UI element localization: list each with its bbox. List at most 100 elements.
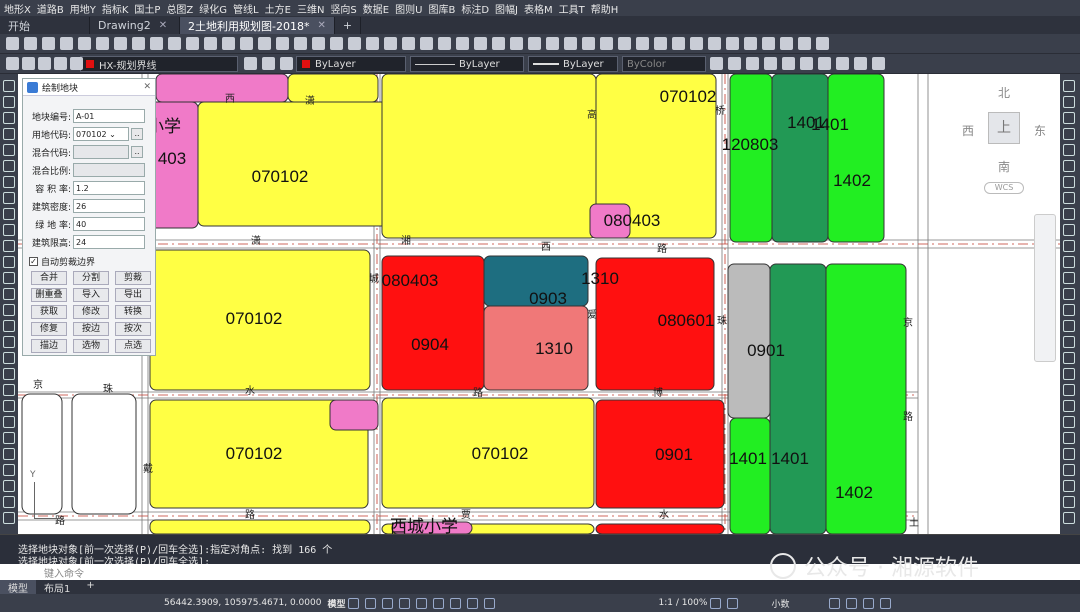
standard-tool-icon[interactable] bbox=[240, 37, 253, 50]
standard-tool-icon[interactable] bbox=[546, 37, 559, 50]
modify-tool-icon[interactable] bbox=[1063, 384, 1075, 396]
dialog-button[interactable]: 按边 bbox=[73, 322, 109, 336]
modify-tool-icon[interactable] bbox=[1063, 112, 1075, 124]
hardware-icon[interactable] bbox=[846, 597, 858, 609]
draw-tool-icon[interactable] bbox=[3, 112, 15, 124]
standard-tool-icon[interactable] bbox=[60, 37, 73, 50]
modify-tool-icon[interactable] bbox=[1063, 176, 1075, 188]
snap-icon[interactable] bbox=[365, 597, 377, 609]
standard-tool-icon[interactable] bbox=[726, 37, 739, 50]
annotation-icon[interactable] bbox=[484, 597, 496, 609]
menu-item[interactable]: 土方E bbox=[265, 1, 291, 16]
model-space-toggle[interactable]: 模型 bbox=[327, 597, 345, 610]
modify-tool-icon[interactable] bbox=[1063, 512, 1075, 524]
standard-tool-icon[interactable] bbox=[474, 37, 487, 50]
standard-tool-icon[interactable] bbox=[618, 37, 631, 50]
modify-tool-icon[interactable] bbox=[1063, 224, 1075, 236]
layer-tool-icon[interactable] bbox=[854, 57, 867, 70]
clean-screen-icon[interactable] bbox=[863, 597, 875, 609]
field-input[interactable]: 24 bbox=[73, 235, 145, 249]
layer-tool-icon[interactable] bbox=[818, 57, 831, 70]
annotation-scale[interactable]: 1:1 / 100% bbox=[658, 598, 707, 608]
modify-tool-icon[interactable] bbox=[1063, 480, 1075, 492]
modify-tool-icon[interactable] bbox=[1063, 144, 1075, 156]
dialog-button[interactable]: 导出 bbox=[115, 288, 151, 302]
standard-tool-icon[interactable] bbox=[492, 37, 505, 50]
osnap-icon[interactable] bbox=[416, 597, 428, 609]
standard-tool-icon[interactable] bbox=[168, 37, 181, 50]
layer-tool-icon[interactable] bbox=[262, 57, 275, 70]
field-input[interactable]: A-01 bbox=[73, 109, 145, 123]
draw-tool-icon[interactable] bbox=[3, 432, 15, 444]
standard-tool-icon[interactable] bbox=[744, 37, 757, 50]
linetype-dropdown[interactable]: ByLayer bbox=[410, 56, 524, 72]
draw-tool-icon[interactable] bbox=[3, 80, 15, 92]
modify-tool-icon[interactable] bbox=[1063, 192, 1075, 204]
layer-tool-icon[interactable] bbox=[728, 57, 741, 70]
dialog-button[interactable]: 合并 bbox=[31, 271, 67, 285]
dialog-button[interactable]: 选物 bbox=[73, 339, 109, 353]
modify-tool-icon[interactable] bbox=[1063, 288, 1075, 300]
close-icon[interactable]: ✕ bbox=[159, 20, 167, 31]
modify-tool-icon[interactable] bbox=[1063, 432, 1075, 444]
standard-tool-icon[interactable] bbox=[438, 37, 451, 50]
dialog-button[interactable]: 分割 bbox=[73, 271, 109, 285]
modify-tool-icon[interactable] bbox=[1063, 496, 1075, 508]
layer-tool-icon[interactable] bbox=[22, 57, 35, 70]
tab-layout1[interactable]: 布局1 bbox=[36, 580, 78, 595]
wcs-menu[interactable]: WCS bbox=[984, 182, 1024, 194]
standard-tool-icon[interactable] bbox=[78, 37, 91, 50]
tab-model[interactable]: 模型 bbox=[0, 580, 36, 595]
menu-item[interactable]: 数据E bbox=[363, 1, 389, 16]
field-input[interactable]: 070102 ⌄ bbox=[73, 127, 129, 141]
tab-drawing2[interactable]: Drawing2 ✕ bbox=[90, 17, 180, 34]
draw-tool-icon[interactable] bbox=[3, 416, 15, 428]
menu-item[interactable]: 总图Z bbox=[166, 1, 193, 16]
menu-item[interactable]: 指标K bbox=[102, 1, 129, 16]
draw-tool-icon[interactable] bbox=[3, 224, 15, 236]
standard-tool-icon[interactable] bbox=[294, 37, 307, 50]
grid-icon[interactable] bbox=[348, 597, 360, 609]
layer-tool-icon[interactable] bbox=[70, 57, 83, 70]
standard-tool-icon[interactable] bbox=[420, 37, 433, 50]
draw-tool-icon[interactable] bbox=[3, 256, 15, 268]
draw-tool-icon[interactable] bbox=[3, 192, 15, 204]
units-readout[interactable]: 小数 bbox=[771, 597, 789, 610]
menu-item[interactable]: 工具T bbox=[559, 1, 585, 16]
draw-tool-icon[interactable] bbox=[3, 512, 15, 524]
standard-tool-icon[interactable] bbox=[114, 37, 127, 50]
draw-tool-icon[interactable] bbox=[3, 240, 15, 252]
layer-tool-icon[interactable] bbox=[872, 57, 885, 70]
layer-tool-icon[interactable] bbox=[38, 57, 51, 70]
otrack-icon[interactable] bbox=[433, 597, 445, 609]
modify-tool-icon[interactable] bbox=[1063, 208, 1075, 220]
draw-tool-icon[interactable] bbox=[3, 144, 15, 156]
modify-tool-icon[interactable] bbox=[1063, 368, 1075, 380]
auto-clip-checkbox[interactable]: ✓ 自动剪裁边界 bbox=[29, 255, 95, 268]
standard-tool-icon[interactable] bbox=[312, 37, 325, 50]
draw-tool-icon[interactable] bbox=[3, 336, 15, 348]
dialog-button[interactable]: 修改 bbox=[73, 305, 109, 319]
draw-tool-icon[interactable] bbox=[3, 368, 15, 380]
draw-tool-icon[interactable] bbox=[3, 320, 15, 332]
standard-tool-icon[interactable] bbox=[510, 37, 523, 50]
menu-item[interactable]: 标注D bbox=[461, 1, 489, 16]
layer-tool-icon[interactable] bbox=[6, 57, 19, 70]
new-tab-button[interactable]: + bbox=[335, 17, 362, 34]
standard-tool-icon[interactable] bbox=[654, 37, 667, 50]
field-input[interactable]: 1.2 bbox=[73, 181, 145, 195]
standard-tool-icon[interactable] bbox=[204, 37, 217, 50]
checkbox-icon[interactable]: ✓ bbox=[29, 257, 38, 266]
standard-tool-icon[interactable] bbox=[366, 37, 379, 50]
dialog-button[interactable]: 导入 bbox=[73, 288, 109, 302]
standard-tool-icon[interactable] bbox=[708, 37, 721, 50]
standard-tool-icon[interactable] bbox=[6, 37, 19, 50]
modify-tool-icon[interactable] bbox=[1063, 320, 1075, 332]
standard-tool-icon[interactable] bbox=[222, 37, 235, 50]
dialog-button[interactable]: 按次 bbox=[115, 322, 151, 336]
menu-item[interactable]: 道路B bbox=[37, 1, 64, 16]
modify-tool-icon[interactable] bbox=[1063, 304, 1075, 316]
draw-tool-icon[interactable] bbox=[3, 208, 15, 220]
dialog-button[interactable]: 获取 bbox=[31, 305, 67, 319]
dialog-button[interactable]: 转换 bbox=[115, 305, 151, 319]
